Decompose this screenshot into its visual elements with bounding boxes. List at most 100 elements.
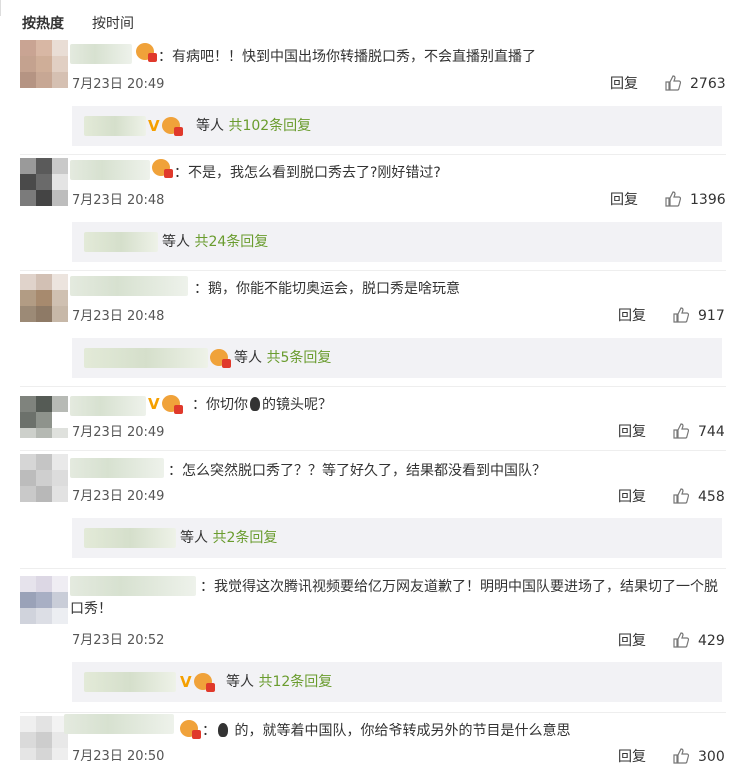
comment-text-part: 的，就等着中国队，你给爷转成另外的节目是什么意思 [230,723,571,739]
comment-text: ：鹅，你能不能切奥运会，脱口秀是啥玩意 [194,281,460,297]
comment-time: 7月23日 20:49 [72,489,165,504]
like-count: 1396 [690,192,726,208]
reply-button[interactable]: 回复 [618,488,646,506]
replies-summary[interactable]: 等人 共5条回复 [234,349,331,367]
avatar[interactable] [20,454,68,502]
replies-summary[interactable]: 等人 共102条回复 [196,117,311,135]
replies-preview[interactable]: 等人 共5条回复 [72,338,722,378]
thumbs-up-icon[interactable] [672,747,690,765]
divider [20,568,726,569]
replies-summary[interactable]: 等人 共12条回复 [226,673,332,691]
like-count: 300 [698,749,725,765]
crown-icon [136,43,157,62]
comment-text: ： 的，就等着中国队，你给爷转成另外的节目是什么意思 [202,720,570,742]
like-count: 744 [698,424,725,440]
member-badge [152,159,173,178]
verified-v-icon: V [180,673,192,691]
comment-text: ：你切你 的镜头呢？ [192,394,332,416]
like-count: 2763 [690,76,726,92]
replies-preview[interactable]: V 等人 共12条回复 [72,662,722,702]
others-label: 等人 [180,530,208,546]
avatar[interactable] [20,40,68,88]
username-blurred[interactable] [70,44,132,64]
member-badge: V [180,673,215,692]
reply-username-blurred[interactable] [84,116,146,136]
username-blurred[interactable] [64,714,174,734]
crown-icon [161,117,183,136]
avatar[interactable] [20,576,68,624]
like-count: 429 [698,633,725,649]
member-badge: V [148,117,183,136]
member-badge [210,349,231,368]
reply-username-blurred[interactable] [84,232,158,252]
sort-bar: 按热度 按时间 [0,0,746,40]
replies-preview[interactable]: 等人 共2条回复 [72,518,722,558]
avatar[interactable] [20,396,68,438]
thumbs-up-icon[interactable] [672,306,690,324]
crown-icon [161,395,183,414]
username-blurred[interactable] [70,458,164,478]
divider [20,270,726,271]
reply-username-blurred[interactable] [84,348,208,368]
thumbs-up-icon[interactable] [664,190,682,208]
reply-count-link[interactable]: 共2条回复 [212,530,277,546]
replies-summary[interactable]: 等人 共2条回复 [180,529,277,547]
like-count: 917 [698,308,725,324]
crown-icon [210,349,231,368]
comment-time: 7月23日 20:52 [72,633,165,648]
reply-username-blurred[interactable] [84,672,176,692]
reply-username-blurred[interactable] [84,528,176,548]
comment-time: 7月23日 20:48 [72,309,165,324]
avatar[interactable] [20,274,68,322]
replies-summary[interactable]: 等人 共24条回复 [162,233,268,251]
devil-emoji-icon [250,397,260,411]
thumbs-up-icon[interactable] [672,631,690,649]
comment-text: ：不是，我怎么看到脱口秀去了?刚好错过? [174,165,441,181]
replies-preview[interactable]: V 等人 共102条回复 [72,106,722,146]
others-label: 等人 [226,674,254,690]
member-badge: V [148,395,183,414]
reply-button[interactable]: 回复 [618,748,646,766]
username-blurred[interactable] [70,276,188,296]
member-badge [180,720,201,739]
replies-preview[interactable]: 等人 共24条回复 [72,222,722,262]
comment-text-part: ： [202,723,216,739]
divider [20,154,726,155]
sort-by-time-tab[interactable]: 按时间 [92,14,134,34]
reply-count-link[interactable]: 共24条回复 [194,234,268,250]
sort-separator [0,0,1,16]
crown-icon [193,673,215,692]
comment-text: ：有病吧！！快到中国出场你转播脱口秀，不会直播别直播了 [158,49,536,65]
reply-count-link[interactable]: 共102条回复 [228,118,311,134]
comment-time: 7月23日 20:49 [72,425,165,440]
divider [20,386,726,387]
crown-icon [152,159,173,178]
comment-time: 7月23日 20:48 [72,193,165,208]
comment-text-part: ：你切你 [192,397,248,413]
others-label: 等人 [234,350,262,366]
reply-count-link[interactable]: 共5条回复 [266,350,331,366]
reply-button[interactable]: 回复 [618,423,646,441]
avatar[interactable] [20,158,68,206]
reply-button[interactable]: 回复 [618,632,646,650]
thumbs-up-icon[interactable] [672,487,690,505]
reply-button[interactable]: 回复 [618,307,646,325]
avatar[interactable] [20,716,68,760]
devil-emoji-icon [218,723,228,737]
verified-v-icon: V [148,395,160,413]
sort-by-hot-tab[interactable]: 按热度 [22,14,64,34]
like-count: 458 [698,489,725,505]
divider [20,450,726,451]
thumbs-up-icon[interactable] [672,422,690,440]
reply-count-link[interactable]: 共12条回复 [258,674,332,690]
reply-button[interactable]: 回复 [610,191,638,209]
verified-v-icon: V [148,117,160,135]
username-blurred[interactable] [70,396,146,416]
member-badge [136,43,157,62]
username-blurred[interactable] [70,160,150,180]
thumbs-up-icon[interactable] [664,74,682,92]
crown-icon [180,720,201,739]
reply-button[interactable]: 回复 [610,75,638,93]
others-label: 等人 [162,234,190,250]
comment-text-part: 的镜头呢？ [262,397,332,413]
